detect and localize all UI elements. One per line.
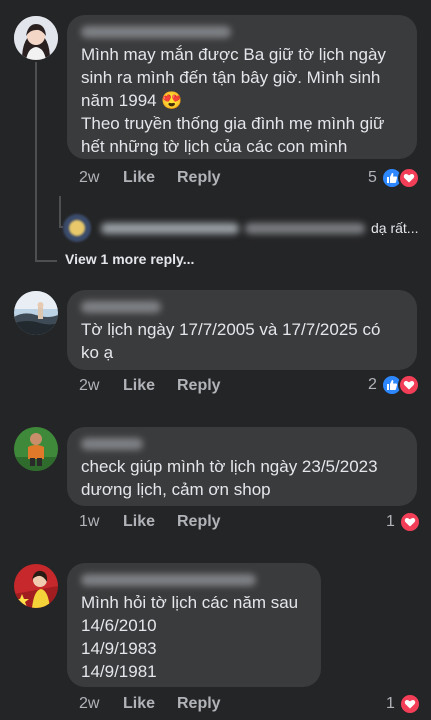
- comment-time[interactable]: 1w: [79, 513, 99, 531]
- love-icon: [398, 693, 421, 715]
- comment-bubble[interactable]: Mình may mắn được Ba giữ tờ lịch ngày si…: [67, 15, 417, 159]
- commenter-name[interactable]: [81, 571, 307, 587]
- comment-actions: 2w Like Reply: [79, 169, 279, 189]
- avatar[interactable]: [14, 291, 58, 335]
- comment-actions: 2w Like Reply: [79, 377, 279, 397]
- comment-actions: 2w Like Reply: [79, 695, 279, 715]
- reaction-summary[interactable]: 1: [386, 511, 421, 533]
- reply-text: dạ rất...: [371, 220, 419, 236]
- thread-line: [35, 62, 37, 262]
- thread-connector: [35, 260, 57, 262]
- comment-bubble[interactable]: Tờ lịch ngày 17/7/2005 và 17/7/2025 có k…: [67, 290, 417, 370]
- reaction-count: 5: [368, 169, 377, 186]
- reaction-summary[interactable]: 1: [386, 693, 421, 715]
- like-button[interactable]: Like: [123, 695, 155, 713]
- love-icon: [398, 511, 421, 533]
- reply-author-name[interactable]: [101, 222, 365, 234]
- commenter-name[interactable]: [81, 298, 403, 314]
- reply-thread-line: [59, 196, 61, 228]
- comment-bubble[interactable]: Mình hỏi tờ lịch các năm sau 14/6/2010 1…: [67, 563, 321, 687]
- comment-text: Mình may mắn được Ba giữ tờ lịch ngày si…: [81, 45, 386, 156]
- reply-button[interactable]: Reply: [177, 695, 221, 713]
- avatar[interactable]: [14, 16, 58, 60]
- reply-button[interactable]: Reply: [177, 513, 221, 531]
- like-button[interactable]: Like: [123, 377, 155, 395]
- comment-bubble[interactable]: check giúp mình tờ lịch ngày 23/5/2023 d…: [67, 427, 417, 506]
- reaction-summary[interactable]: 2: [368, 374, 420, 396]
- reply-preview[interactable]: dạ rất...: [63, 213, 419, 243]
- reply-button[interactable]: Reply: [177, 169, 221, 187]
- comment-time[interactable]: 2w: [79, 169, 99, 187]
- reaction-count: 1: [386, 513, 395, 530]
- reaction-count: 1: [386, 695, 395, 712]
- love-icon: [397, 167, 420, 189]
- comment-text: Tờ lịch ngày 17/7/2005 và 17/7/2025 có k…: [81, 320, 381, 362]
- reaction-summary[interactable]: 5: [368, 167, 420, 189]
- avatar[interactable]: [14, 427, 58, 471]
- comment-text: Mình hỏi tờ lịch các năm sau 14/6/2010 1…: [81, 593, 299, 681]
- avatar[interactable]: [14, 564, 58, 608]
- like-button[interactable]: Like: [123, 513, 155, 531]
- view-more-replies-link[interactable]: View 1 more reply...: [65, 251, 194, 267]
- commenter-name[interactable]: [81, 435, 403, 451]
- reaction-count: 2: [368, 376, 377, 393]
- commenter-name[interactable]: [81, 23, 403, 39]
- comment-text: check giúp mình tờ lịch ngày 23/5/2023 d…: [81, 457, 378, 499]
- like-button[interactable]: Like: [123, 169, 155, 187]
- love-icon: [397, 374, 420, 396]
- comment-actions: 1w Like Reply: [79, 513, 279, 533]
- reply-avatar[interactable]: [63, 214, 91, 242]
- comment-time[interactable]: 2w: [79, 377, 99, 395]
- comment-time[interactable]: 2w: [79, 695, 99, 713]
- reply-button[interactable]: Reply: [177, 377, 221, 395]
